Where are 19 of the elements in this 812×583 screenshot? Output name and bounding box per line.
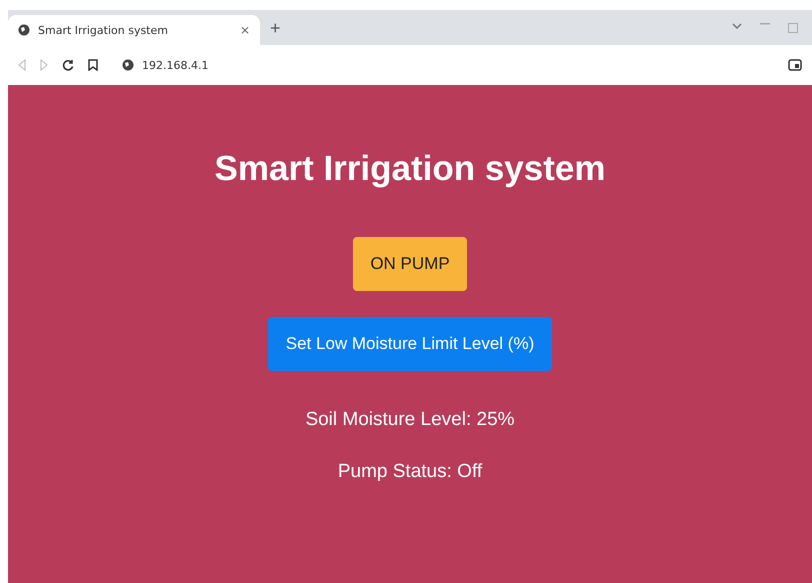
globe-icon <box>18 24 30 36</box>
new-tab-button[interactable]: + <box>270 18 281 39</box>
moisture-reading: Soil Moisture Level: 25% <box>305 409 515 431</box>
dropdown-icon[interactable] <box>732 22 742 28</box>
pump-button[interactable]: ON PUMP <box>353 237 467 291</box>
bookmark-icon[interactable] <box>88 59 98 71</box>
reload-icon[interactable] <box>62 59 74 71</box>
globe-icon <box>122 59 134 71</box>
back-icon[interactable] <box>18 59 26 71</box>
pump-status: Pump Status: Off <box>338 461 482 483</box>
forward-icon[interactable] <box>40 59 48 71</box>
close-tab-button[interactable]: × <box>240 23 250 37</box>
tab-search-icon[interactable] <box>788 59 802 71</box>
page-title: Smart Irrigation system <box>214 149 606 189</box>
address-field[interactable]: 192.168.4.1 <box>142 58 208 72</box>
maximize-icon[interactable] <box>788 22 798 32</box>
browser-tab[interactable]: Smart Irrigation system × <box>8 15 260 45</box>
minimize-icon[interactable] <box>760 22 770 24</box>
set-limit-button[interactable]: Set Low Moisture Limit Level (%) <box>268 317 552 371</box>
